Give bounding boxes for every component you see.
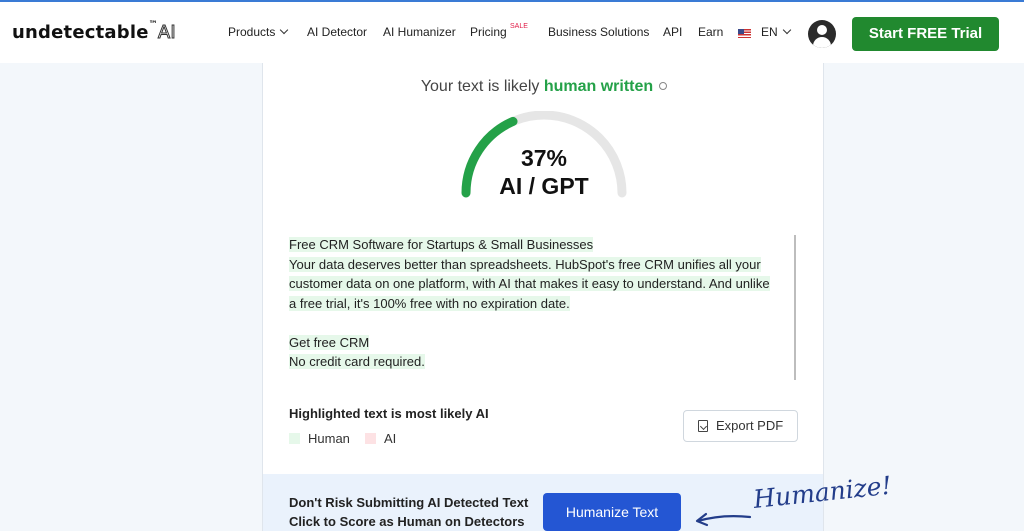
arrow-left-icon <box>695 512 752 527</box>
nav-item-business-solutions[interactable]: Business Solutions <box>548 25 649 39</box>
text-line: customer data on one platform, with AI t… <box>289 276 770 291</box>
nav-item-ai-humanizer[interactable]: AI Humanizer <box>383 25 456 39</box>
nav-item-pricing[interactable]: Pricing <box>470 25 507 39</box>
sale-badge: SALE <box>510 23 528 30</box>
result-card: Your text is likely human written 37% AI… <box>262 63 824 531</box>
ai-swatch <box>365 433 376 444</box>
text-note-line: No credit card required. <box>289 354 425 369</box>
gauge-percent: 37% <box>520 145 568 171</box>
legend-ai: AI <box>365 431 396 446</box>
legend-human-label: Human <box>308 431 350 446</box>
result-prefix: Your text is likely <box>420 78 540 95</box>
site-header: undetectable™AI Products AI Detector AI … <box>0 2 1024 63</box>
humanize-text-button[interactable]: Humanize Text <box>543 493 681 531</box>
chevron-down-icon <box>280 25 289 35</box>
legend-human: Human <box>289 431 350 446</box>
human-swatch <box>289 433 300 444</box>
legend-ai-label: AI <box>384 431 397 446</box>
export-pdf-label: Export PDF <box>716 418 784 433</box>
text-scrollbar[interactable] <box>794 235 796 380</box>
nav-item-earn[interactable]: Earn <box>698 25 723 39</box>
text-title: Free CRM Software for Startups & Small B… <box>289 237 594 252</box>
text-cta-line: Get free CRM <box>289 334 370 350</box>
info-icon[interactable] <box>659 82 668 90</box>
nav-item-api[interactable]: API <box>663 25 682 39</box>
result-verdict: human written <box>543 78 654 95</box>
legend-title: Highlighted text is most likely AI <box>289 406 489 421</box>
start-free-trial-button[interactable]: Start FREE Trial <box>852 17 999 51</box>
export-pdf-button[interactable]: Export PDF <box>683 410 798 442</box>
banner-line-1: Don't Risk Submitting AI Detected Text <box>289 495 529 510</box>
nav-item-products[interactable]: Products <box>228 25 289 39</box>
language-selector[interactable]: EN <box>761 25 791 39</box>
result-headline: Your text is likely human written <box>263 78 825 96</box>
brand-name: undetectable <box>12 22 149 43</box>
text-line: a free trial, it's 100% free with no exp… <box>289 295 570 311</box>
nav-item-ai-detector[interactable]: AI Detector <box>307 25 367 39</box>
gauge-label: AI / GPT <box>499 173 589 199</box>
chevron-down-icon <box>782 25 791 35</box>
us-flag-icon <box>738 29 751 38</box>
nav-label-products: Products <box>228 25 276 39</box>
language-label: EN <box>761 25 778 39</box>
text-line: Your data deserves better than spreadshe… <box>289 256 761 272</box>
file-download-icon <box>698 420 708 432</box>
brand-tm: ™ <box>148 20 158 30</box>
analyzed-text: Free CRM Software for Startups & Small B… <box>289 235 789 372</box>
brand-suffix: AI <box>157 22 176 44</box>
banner-line-2: Click to Score as Human on Detectors <box>289 514 525 529</box>
user-avatar-icon[interactable] <box>808 20 836 48</box>
brand-logo[interactable]: undetectable™AI <box>12 20 176 44</box>
